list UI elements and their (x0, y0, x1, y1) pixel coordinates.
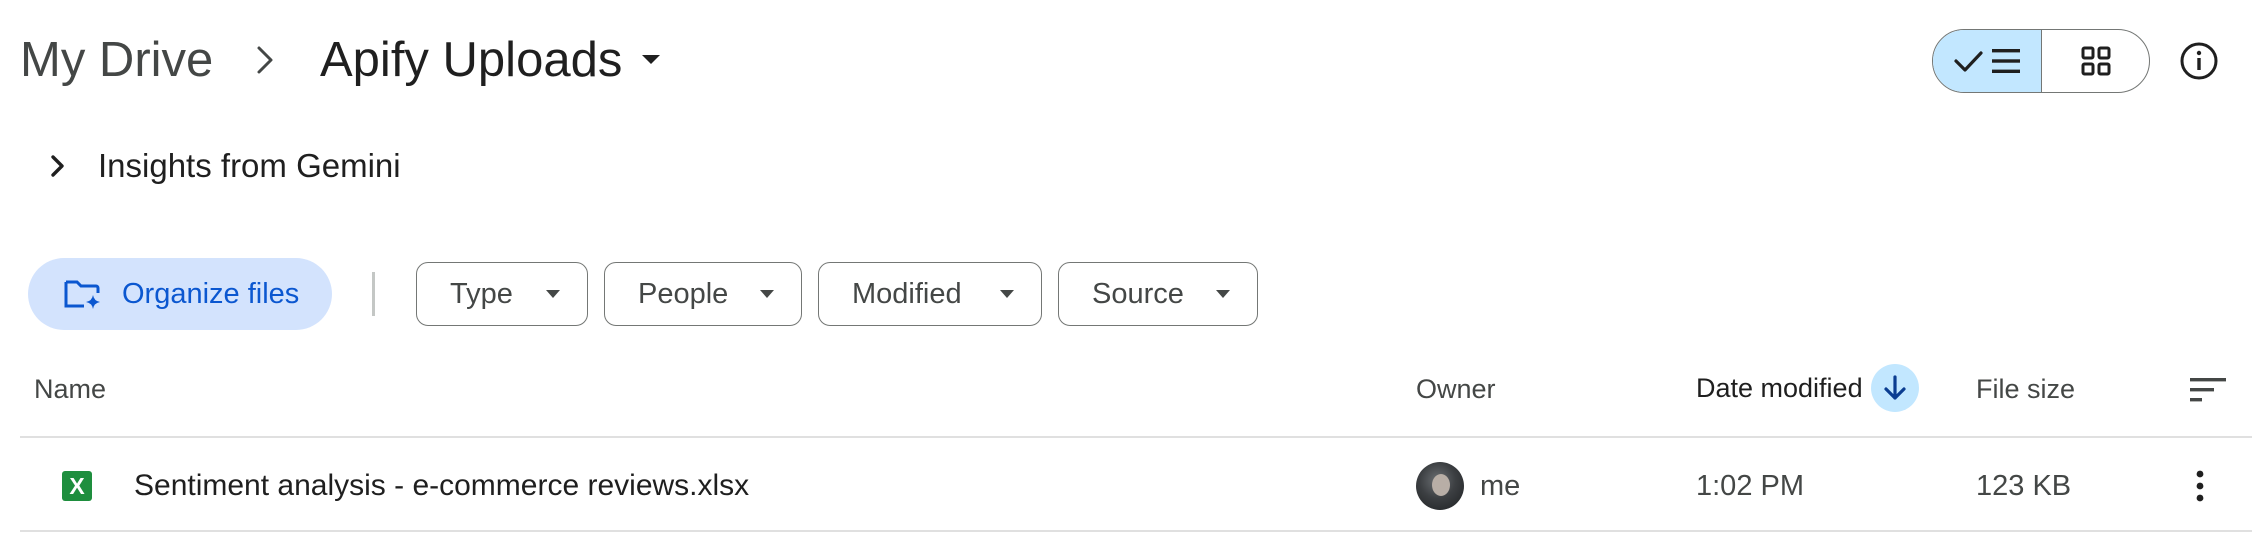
gemini-insights-toggle[interactable]: Insights from Gemini (48, 138, 401, 194)
column-header-date-modified[interactable]: Date modified (1696, 364, 1919, 412)
sort-direction-button[interactable] (1870, 364, 1919, 412)
sort-options-icon[interactable] (2188, 372, 2228, 408)
caret-down-icon (760, 290, 774, 298)
more-actions-icon[interactable] (2186, 466, 2214, 506)
toolbar-divider (372, 272, 375, 316)
filter-people-chip[interactable]: People (604, 262, 802, 326)
list-view-button[interactable] (1933, 30, 2042, 92)
view-toggle (1932, 29, 2150, 93)
info-icon[interactable] (2178, 40, 2220, 82)
file-size: 123 KB (1976, 470, 2072, 502)
row-divider (20, 530, 2252, 532)
file-date-modified: 1:02 PM (1696, 470, 1804, 502)
avatar (1416, 462, 1464, 510)
caret-down-icon (1216, 290, 1230, 298)
caret-down-icon (642, 55, 661, 64)
column-header-date-label: Date modified (1696, 373, 1863, 403)
caret-down-icon (1000, 290, 1014, 298)
breadcrumb-current-folder[interactable]: Apify Uploads (320, 28, 662, 92)
list-view-icon (1954, 49, 2020, 73)
filter-people-label: People (638, 277, 729, 310)
filter-modified-label: Modified (852, 277, 962, 310)
column-header-owner: Owner (1416, 374, 1496, 404)
filter-source-label: Source (1092, 277, 1184, 310)
folder-sparkle-icon (64, 280, 100, 309)
gemini-insights-label: Insights from Gemini (98, 147, 401, 184)
filter-type-chip[interactable]: Type (416, 262, 588, 326)
column-header-name[interactable]: Name (34, 372, 106, 406)
column-header-file-size[interactable]: File size (1976, 372, 2075, 406)
organize-files-button[interactable]: Organize files (28, 258, 332, 330)
file-name[interactable]: Sentiment analysis - e-commerce reviews.… (134, 466, 749, 506)
filter-source-chip[interactable]: Source (1058, 262, 1258, 326)
chevron-right-icon (257, 46, 273, 74)
folder-title: Apify Uploads (320, 33, 623, 87)
filter-type-label: Type (450, 277, 513, 310)
caret-down-icon (546, 290, 560, 298)
breadcrumb-my-drive[interactable]: My Drive (20, 28, 213, 92)
excel-file-icon: X (62, 471, 92, 501)
filter-modified-chip[interactable]: Modified (818, 262, 1042, 326)
file-owner: me (1480, 470, 1521, 502)
arrow-down-icon (1883, 375, 1906, 400)
grid-view-icon (2081, 46, 2110, 76)
chevron-right-icon (51, 155, 64, 177)
organize-files-label: Organize files (122, 277, 300, 310)
grid-view-button[interactable] (2042, 30, 2149, 92)
